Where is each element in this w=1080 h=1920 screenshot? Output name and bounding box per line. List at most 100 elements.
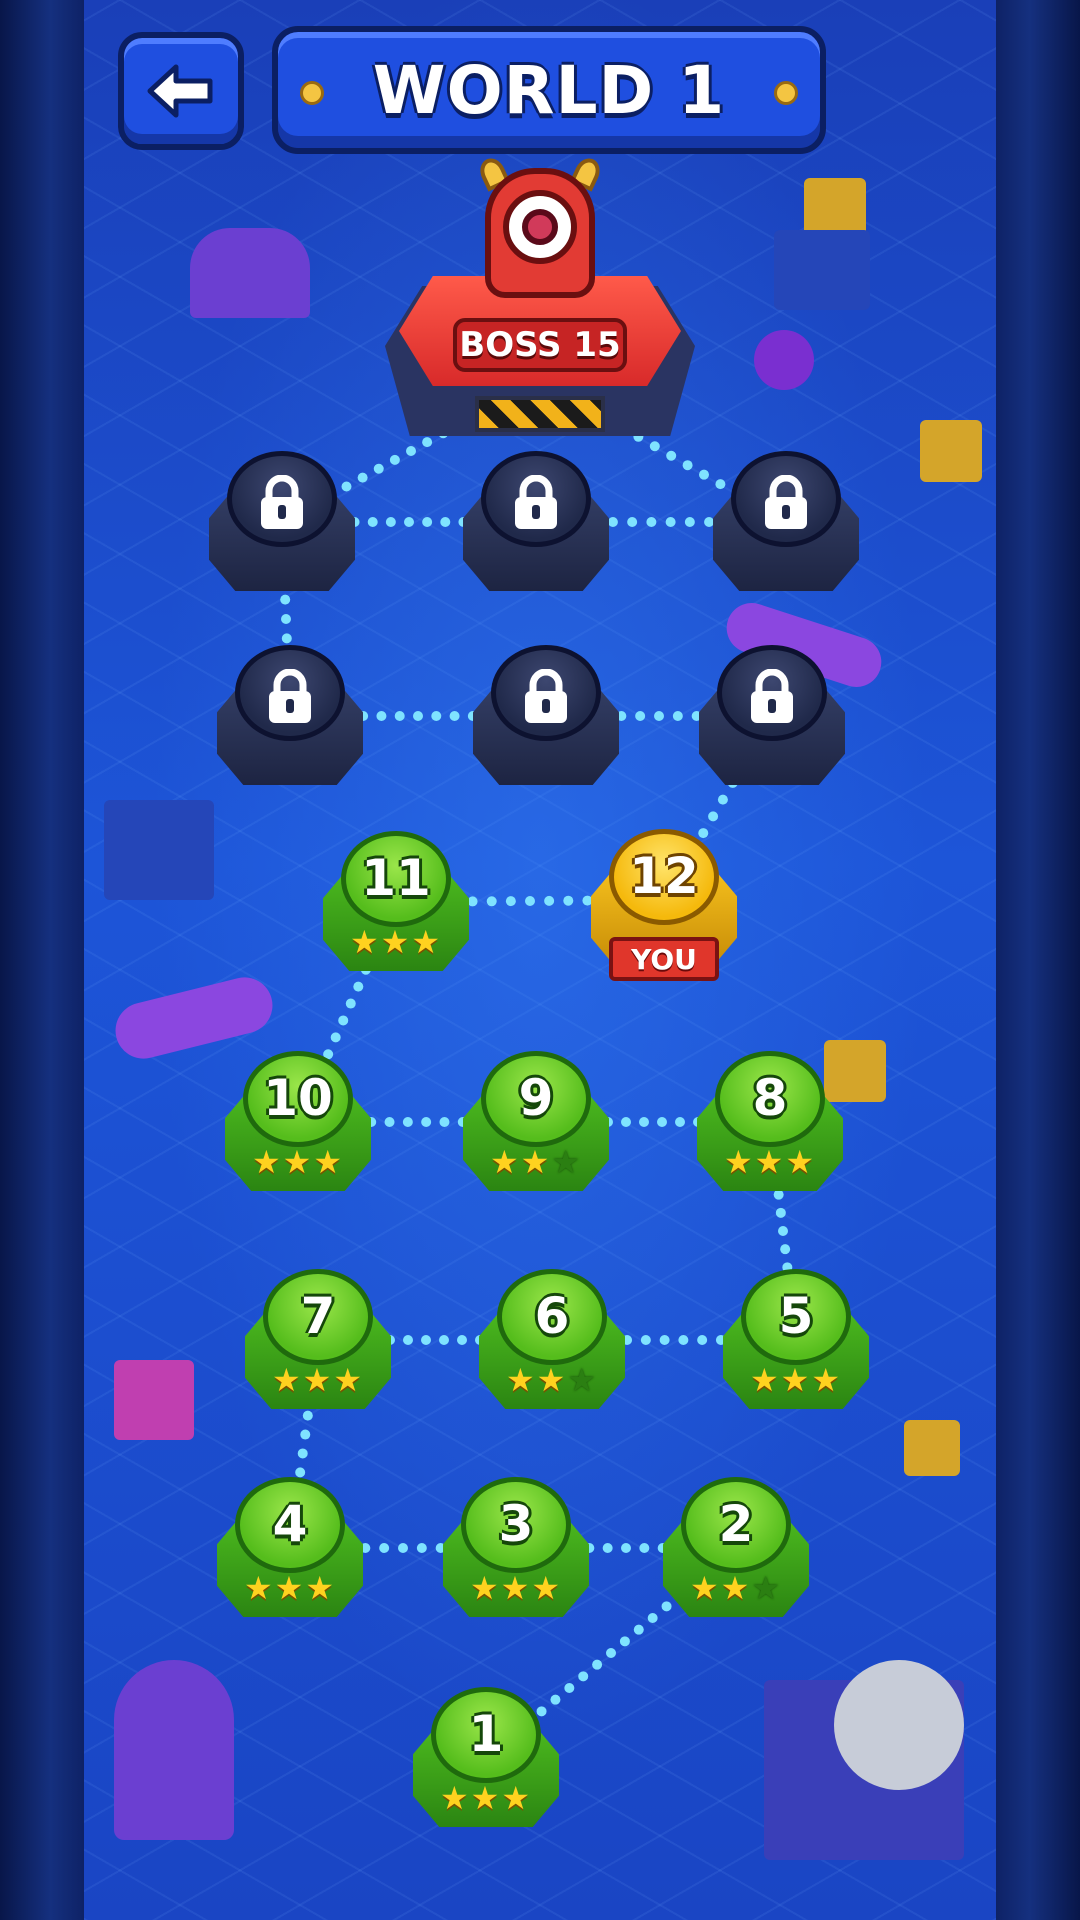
left-backdrop xyxy=(0,0,84,1920)
path-dot xyxy=(406,446,416,456)
level-number: 1 xyxy=(468,1705,504,1763)
path-dot xyxy=(544,895,555,906)
path-dot xyxy=(635,711,646,721)
decor-cube xyxy=(774,230,870,310)
decor-cube xyxy=(104,800,214,900)
level-node-5[interactable]: 5 ★★★ xyxy=(723,1265,869,1415)
star-rating: ★★★ xyxy=(479,1361,625,1399)
lock-icon xyxy=(265,668,315,729)
star-rating: ★★★ xyxy=(225,1143,371,1181)
path-dot xyxy=(379,1543,390,1553)
path-dot xyxy=(672,711,683,721)
path-dot xyxy=(439,1117,450,1127)
path-dot xyxy=(505,896,516,907)
star-filled-icon: ★ xyxy=(411,923,443,961)
locked-level-node[interactable] xyxy=(713,447,859,597)
level-node-2[interactable]: 2 ★★★ xyxy=(663,1473,809,1623)
star-rating: ★★★ xyxy=(245,1361,391,1399)
path-dot xyxy=(376,711,387,721)
path-dot xyxy=(394,711,405,721)
path-dot xyxy=(467,896,478,907)
locked-level-node[interactable] xyxy=(699,641,845,791)
level-node-7[interactable]: 7 ★★★ xyxy=(245,1265,391,1415)
star-rating: ★★★ xyxy=(443,1569,589,1607)
you-marker-badge: YOU xyxy=(609,937,719,981)
path-dot xyxy=(373,463,384,474)
star-filled-icon: ★ xyxy=(536,1361,568,1399)
path-dot xyxy=(421,1117,432,1127)
level-number: 5 xyxy=(778,1287,814,1345)
star-filled-icon: ★ xyxy=(271,1361,303,1399)
level-number: 12 xyxy=(629,847,699,905)
star-rating: ★★★ xyxy=(413,1779,559,1817)
path-dot xyxy=(778,1226,788,1236)
path-dot xyxy=(640,1335,651,1345)
level-number: 9 xyxy=(518,1069,554,1127)
back-button[interactable] xyxy=(118,32,244,150)
lock-icon xyxy=(521,668,571,729)
star-filled-icon: ★ xyxy=(749,1361,781,1399)
path-dot xyxy=(297,1448,308,1459)
path-dot xyxy=(633,1624,644,1635)
star-filled-icon: ★ xyxy=(469,1569,501,1607)
level-number: 8 xyxy=(752,1069,788,1127)
star-filled-icon: ★ xyxy=(251,1143,283,1181)
path-dot xyxy=(697,1335,708,1345)
path-dot xyxy=(654,711,664,721)
path-dot xyxy=(422,517,433,527)
star-rating: ★★★ xyxy=(723,1361,869,1399)
path-dot xyxy=(389,454,400,465)
level-node-10[interactable]: 10 ★★★ xyxy=(225,1047,371,1197)
path-dot xyxy=(563,895,574,906)
lock-icon xyxy=(511,474,561,535)
level-number: 7 xyxy=(300,1287,336,1345)
level-number: 3 xyxy=(498,1495,534,1553)
path-dot xyxy=(402,1117,413,1127)
locked-level-node[interactable] xyxy=(473,641,619,791)
lock-icon xyxy=(257,474,307,535)
star-filled-icon: ★ xyxy=(313,1143,345,1181)
decor-cube xyxy=(114,1360,194,1440)
star-filled-icon: ★ xyxy=(243,1569,275,1607)
rivet-icon xyxy=(300,81,324,105)
boss-level-button[interactable]: BOSS 15 xyxy=(385,154,695,440)
star-rating: ★★★ xyxy=(323,923,469,961)
locked-level-node[interactable] xyxy=(463,447,609,597)
star-filled-icon: ★ xyxy=(501,1779,533,1817)
level-number: 4 xyxy=(272,1495,308,1553)
level-number: 6 xyxy=(534,1287,570,1345)
star-rating: ★★★ xyxy=(217,1569,363,1607)
level-node-1[interactable]: 1 ★★★ xyxy=(413,1683,559,1833)
locked-level-node[interactable] xyxy=(209,447,355,597)
level-node-11[interactable]: 11 ★★★ xyxy=(323,827,469,977)
level-node-4[interactable]: 4 ★★★ xyxy=(217,1473,363,1623)
path-dot xyxy=(403,1335,413,1345)
level-node-12[interactable]: 12 YOU xyxy=(591,825,737,981)
locked-level-node[interactable] xyxy=(217,641,363,791)
path-dot xyxy=(357,472,368,483)
path-dot xyxy=(647,1613,658,1623)
lock-icon xyxy=(747,668,797,729)
star-rating: ★★★ xyxy=(463,1143,609,1181)
path-dot xyxy=(564,1683,575,1693)
path-dot xyxy=(602,1543,613,1553)
path-dot xyxy=(440,517,451,527)
path-dot xyxy=(775,1207,786,1218)
star-filled-icon: ★ xyxy=(333,1361,365,1399)
star-filled-icon: ★ xyxy=(720,1569,752,1607)
path-dot xyxy=(666,450,677,461)
star-filled-icon: ★ xyxy=(520,1143,552,1181)
path-dot xyxy=(281,614,291,624)
star-filled-icon: ★ xyxy=(811,1361,843,1399)
level-node-9[interactable]: 9 ★★★ xyxy=(463,1047,609,1197)
level-node-6[interactable]: 6 ★★★ xyxy=(479,1265,625,1415)
level-node-3[interactable]: 3 ★★★ xyxy=(443,1473,589,1623)
star-filled-icon: ★ xyxy=(349,923,381,961)
path-dot xyxy=(606,1648,616,1658)
lock-icon xyxy=(761,474,811,535)
path-dot xyxy=(367,517,378,527)
path-dot xyxy=(578,1671,589,1682)
level-node-8[interactable]: 8 ★★★ xyxy=(697,1047,843,1197)
path-dot xyxy=(486,896,497,907)
path-dot xyxy=(413,711,423,721)
